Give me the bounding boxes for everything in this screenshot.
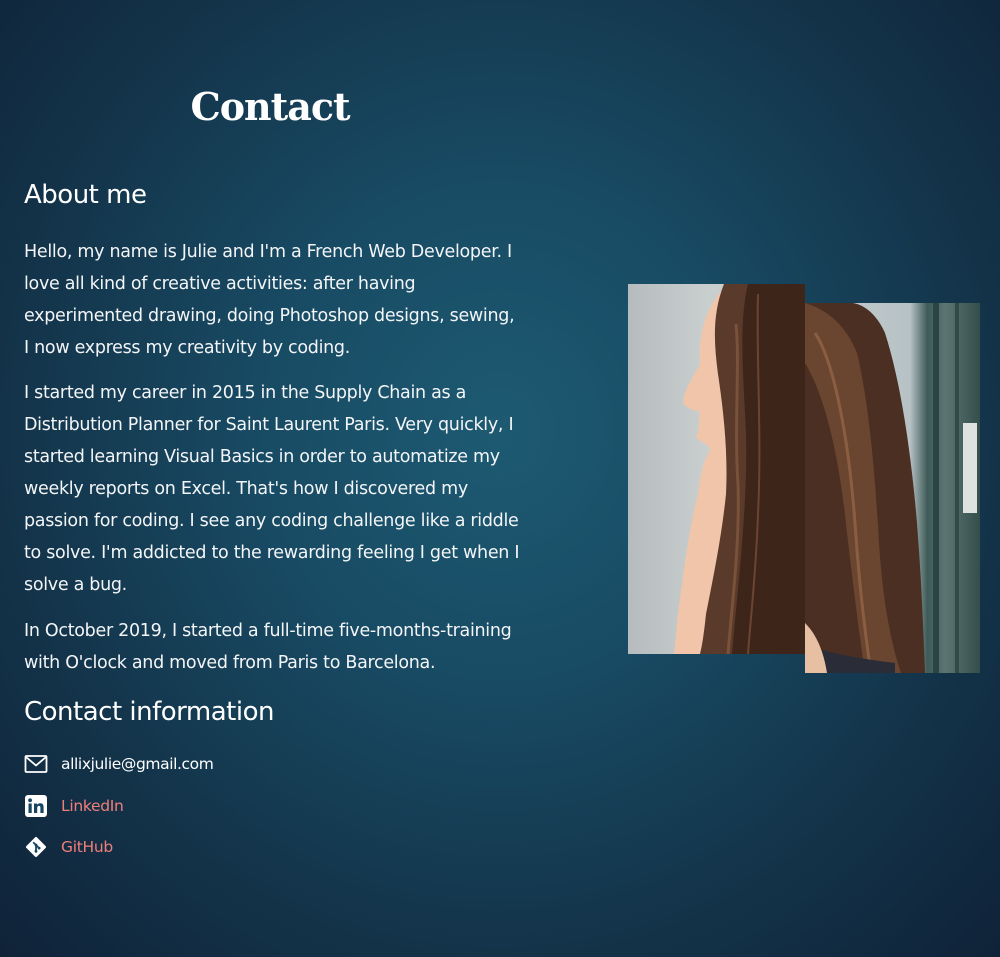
linkedin-icon[interactable] [24, 794, 48, 818]
profile-photo-left-half [628, 284, 805, 654]
git-icon[interactable] [24, 835, 48, 859]
page-title: Contact [190, 84, 350, 129]
contact-github-row[interactable]: GitHub [24, 833, 113, 861]
contact-heading: Contact information [24, 697, 274, 727]
github-link[interactable]: GitHub [61, 838, 113, 856]
about-heading: About me [24, 180, 147, 210]
contact-email-row: allixjulie@gmail.com [24, 750, 214, 778]
email-address[interactable]: allixjulie@gmail.com [61, 755, 214, 773]
envelope-icon [24, 752, 48, 776]
contact-linkedin-row[interactable]: LinkedIn [24, 792, 124, 820]
about-paragraph-1: Hello, my name is Julie and I'm a French… [24, 242, 515, 358]
about-paragraph-3: In October 2019, I started a full-time f… [24, 621, 512, 673]
about-paragraph-2: I started my career in 2015 in the Suppl… [24, 383, 520, 595]
profile-photo-right-half [805, 303, 980, 673]
linkedin-link[interactable]: LinkedIn [61, 797, 124, 815]
